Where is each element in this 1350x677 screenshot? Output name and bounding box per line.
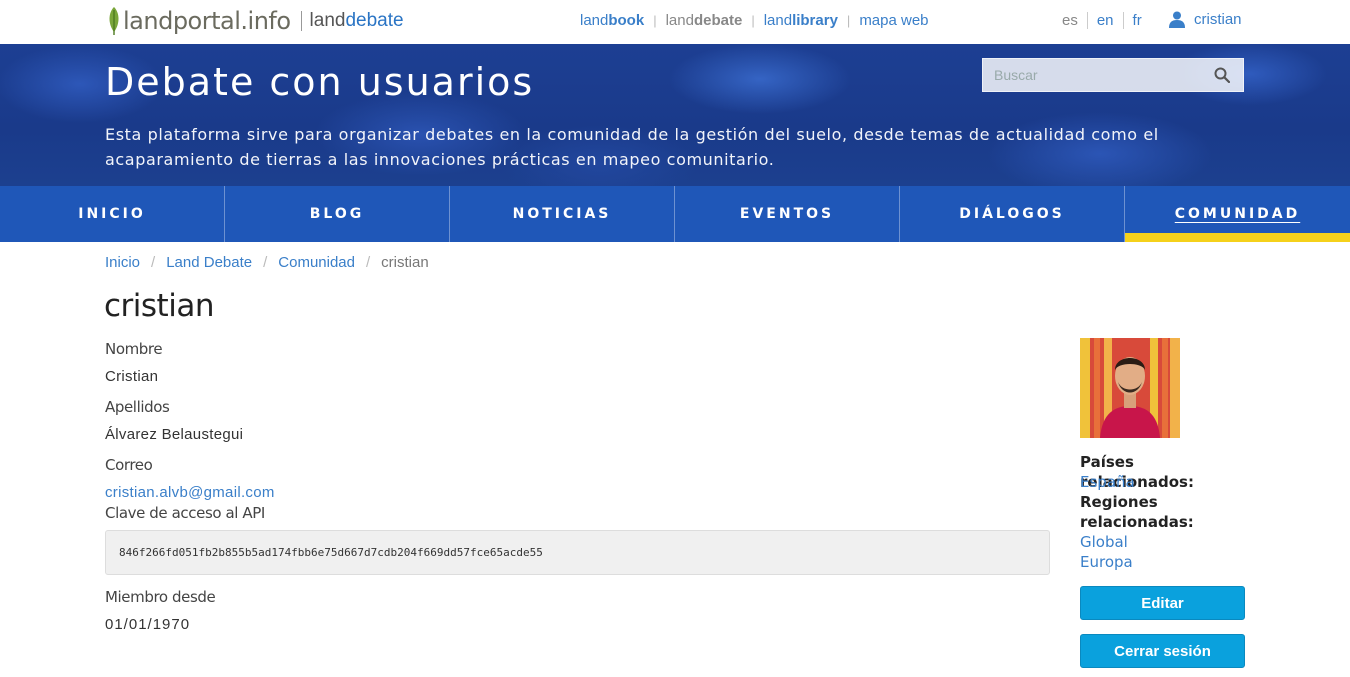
miembro-label: Miembro desde bbox=[105, 588, 216, 606]
nombre-label: Nombre bbox=[105, 340, 163, 358]
divider: | bbox=[653, 13, 657, 28]
api-key-box[interactable]: 846f266fd051fb2b855b5ad174fbb6e75d667d7c… bbox=[105, 530, 1050, 575]
logo-divider bbox=[300, 11, 302, 31]
breadcrumb-comunidad[interactable]: Comunidad bbox=[278, 254, 355, 271]
site-bold: debate bbox=[693, 12, 743, 29]
site-prefix: land bbox=[763, 12, 793, 29]
nav-noticias[interactable]: NOTICIAS bbox=[450, 186, 675, 242]
nav-eventos[interactable]: EVENTOS bbox=[675, 186, 900, 242]
apellidos-value: Álvarez Belaustegui bbox=[105, 426, 244, 443]
nombre-value: Cristian bbox=[105, 368, 159, 385]
lang-en[interactable]: en bbox=[1086, 12, 1123, 29]
nav-comunidad[interactable]: COMUNIDAD bbox=[1125, 186, 1350, 242]
breadcrumb-land-debate[interactable]: Land Debate bbox=[166, 254, 252, 271]
hero-title: Debate con usuarios bbox=[105, 60, 535, 104]
correo-link[interactable]: cristian.alvb@gmail.com bbox=[105, 484, 275, 501]
site-bold: book bbox=[608, 12, 645, 29]
site-link-landlibrary[interactable]: landlibrary bbox=[764, 12, 838, 29]
nav-label: BLOG bbox=[309, 206, 365, 222]
edit-button[interactable]: Editar bbox=[1080, 586, 1245, 620]
correo-label: Correo bbox=[105, 456, 153, 474]
nav-inicio[interactable]: INICIO bbox=[0, 186, 225, 242]
search-input[interactable] bbox=[983, 59, 1208, 91]
region-link-europa[interactable]: Europa bbox=[1080, 552, 1133, 572]
breadcrumb: Inicio / Land Debate / Comunidad / crist… bbox=[105, 254, 429, 271]
breadcrumb-inicio[interactable]: Inicio bbox=[105, 254, 140, 271]
logo-sub-debate: debate bbox=[345, 10, 404, 31]
top-bar: landportal.info land debate landbook | la… bbox=[0, 0, 1350, 44]
page-title: cristian bbox=[104, 288, 214, 324]
nav-blog[interactable]: BLOG bbox=[225, 186, 450, 242]
site-logo[interactable]: landportal.info land debate bbox=[107, 4, 404, 38]
hero-banner: Debate con usuarios Esta plataforma sirv… bbox=[0, 44, 1350, 186]
language-switcher: es en fr bbox=[1062, 12, 1151, 29]
site-prefix: mapa web bbox=[859, 12, 929, 29]
nav-label: COMUNIDAD bbox=[1174, 206, 1301, 222]
breadcrumb-current: cristian bbox=[381, 254, 429, 271]
avatar bbox=[1080, 338, 1180, 438]
lang-fr[interactable]: fr bbox=[1122, 12, 1151, 29]
api-key-label: Clave de acceso al API bbox=[105, 504, 265, 522]
nav-dialogos[interactable]: DIÁLOGOS bbox=[900, 186, 1125, 242]
site-prefix: land bbox=[580, 12, 609, 29]
nav-label: NOTICIAS bbox=[512, 206, 612, 222]
logo-text: landportal.info bbox=[123, 7, 291, 35]
apellidos-label: Apellidos bbox=[105, 398, 170, 416]
site-prefix: land bbox=[665, 12, 694, 29]
regiones-label: Regiones relacionadas: bbox=[1080, 493, 1194, 531]
user-icon bbox=[1169, 11, 1185, 28]
breadcrumb-separator: / bbox=[263, 254, 268, 271]
logo-sub-land: land bbox=[309, 10, 346, 31]
site-link-mapa-web[interactable]: mapa web bbox=[859, 12, 928, 29]
sites-nav: landbook | landdebate | landlibrary | ma… bbox=[580, 12, 929, 29]
divider: | bbox=[751, 13, 755, 28]
nav-label: DIÁLOGOS bbox=[959, 206, 1065, 222]
breadcrumb-separator: / bbox=[151, 254, 156, 271]
divider: | bbox=[846, 13, 851, 28]
site-bold: library bbox=[792, 12, 838, 29]
nav-label: INICIO bbox=[78, 206, 146, 222]
user-menu[interactable]: cristian bbox=[1169, 11, 1242, 28]
lang-es[interactable]: es bbox=[1062, 12, 1087, 29]
main-nav: INICIO BLOG NOTICIAS EVENTOS DIÁLOGOS CO… bbox=[0, 186, 1350, 242]
logout-button[interactable]: Cerrar sesión bbox=[1080, 634, 1245, 668]
search-icon[interactable] bbox=[1214, 67, 1230, 83]
miembro-value: 01/01/1970 bbox=[105, 616, 191, 633]
breadcrumb-separator: / bbox=[366, 254, 371, 271]
nav-label: EVENTOS bbox=[739, 206, 835, 222]
leaf-logo-icon bbox=[109, 7, 119, 35]
search-box bbox=[982, 58, 1244, 92]
pais-link-espana[interactable]: España bbox=[1080, 472, 1135, 492]
site-link-landdebate[interactable]: landdebate bbox=[666, 12, 743, 29]
region-link-global[interactable]: Global bbox=[1080, 532, 1128, 552]
avatar-photo bbox=[1080, 338, 1180, 438]
hero-description: Esta plataforma sirve para organizar deb… bbox=[105, 125, 1159, 169]
site-link-landbook[interactable]: landbook bbox=[580, 12, 644, 29]
user-name: cristian bbox=[1194, 11, 1242, 28]
